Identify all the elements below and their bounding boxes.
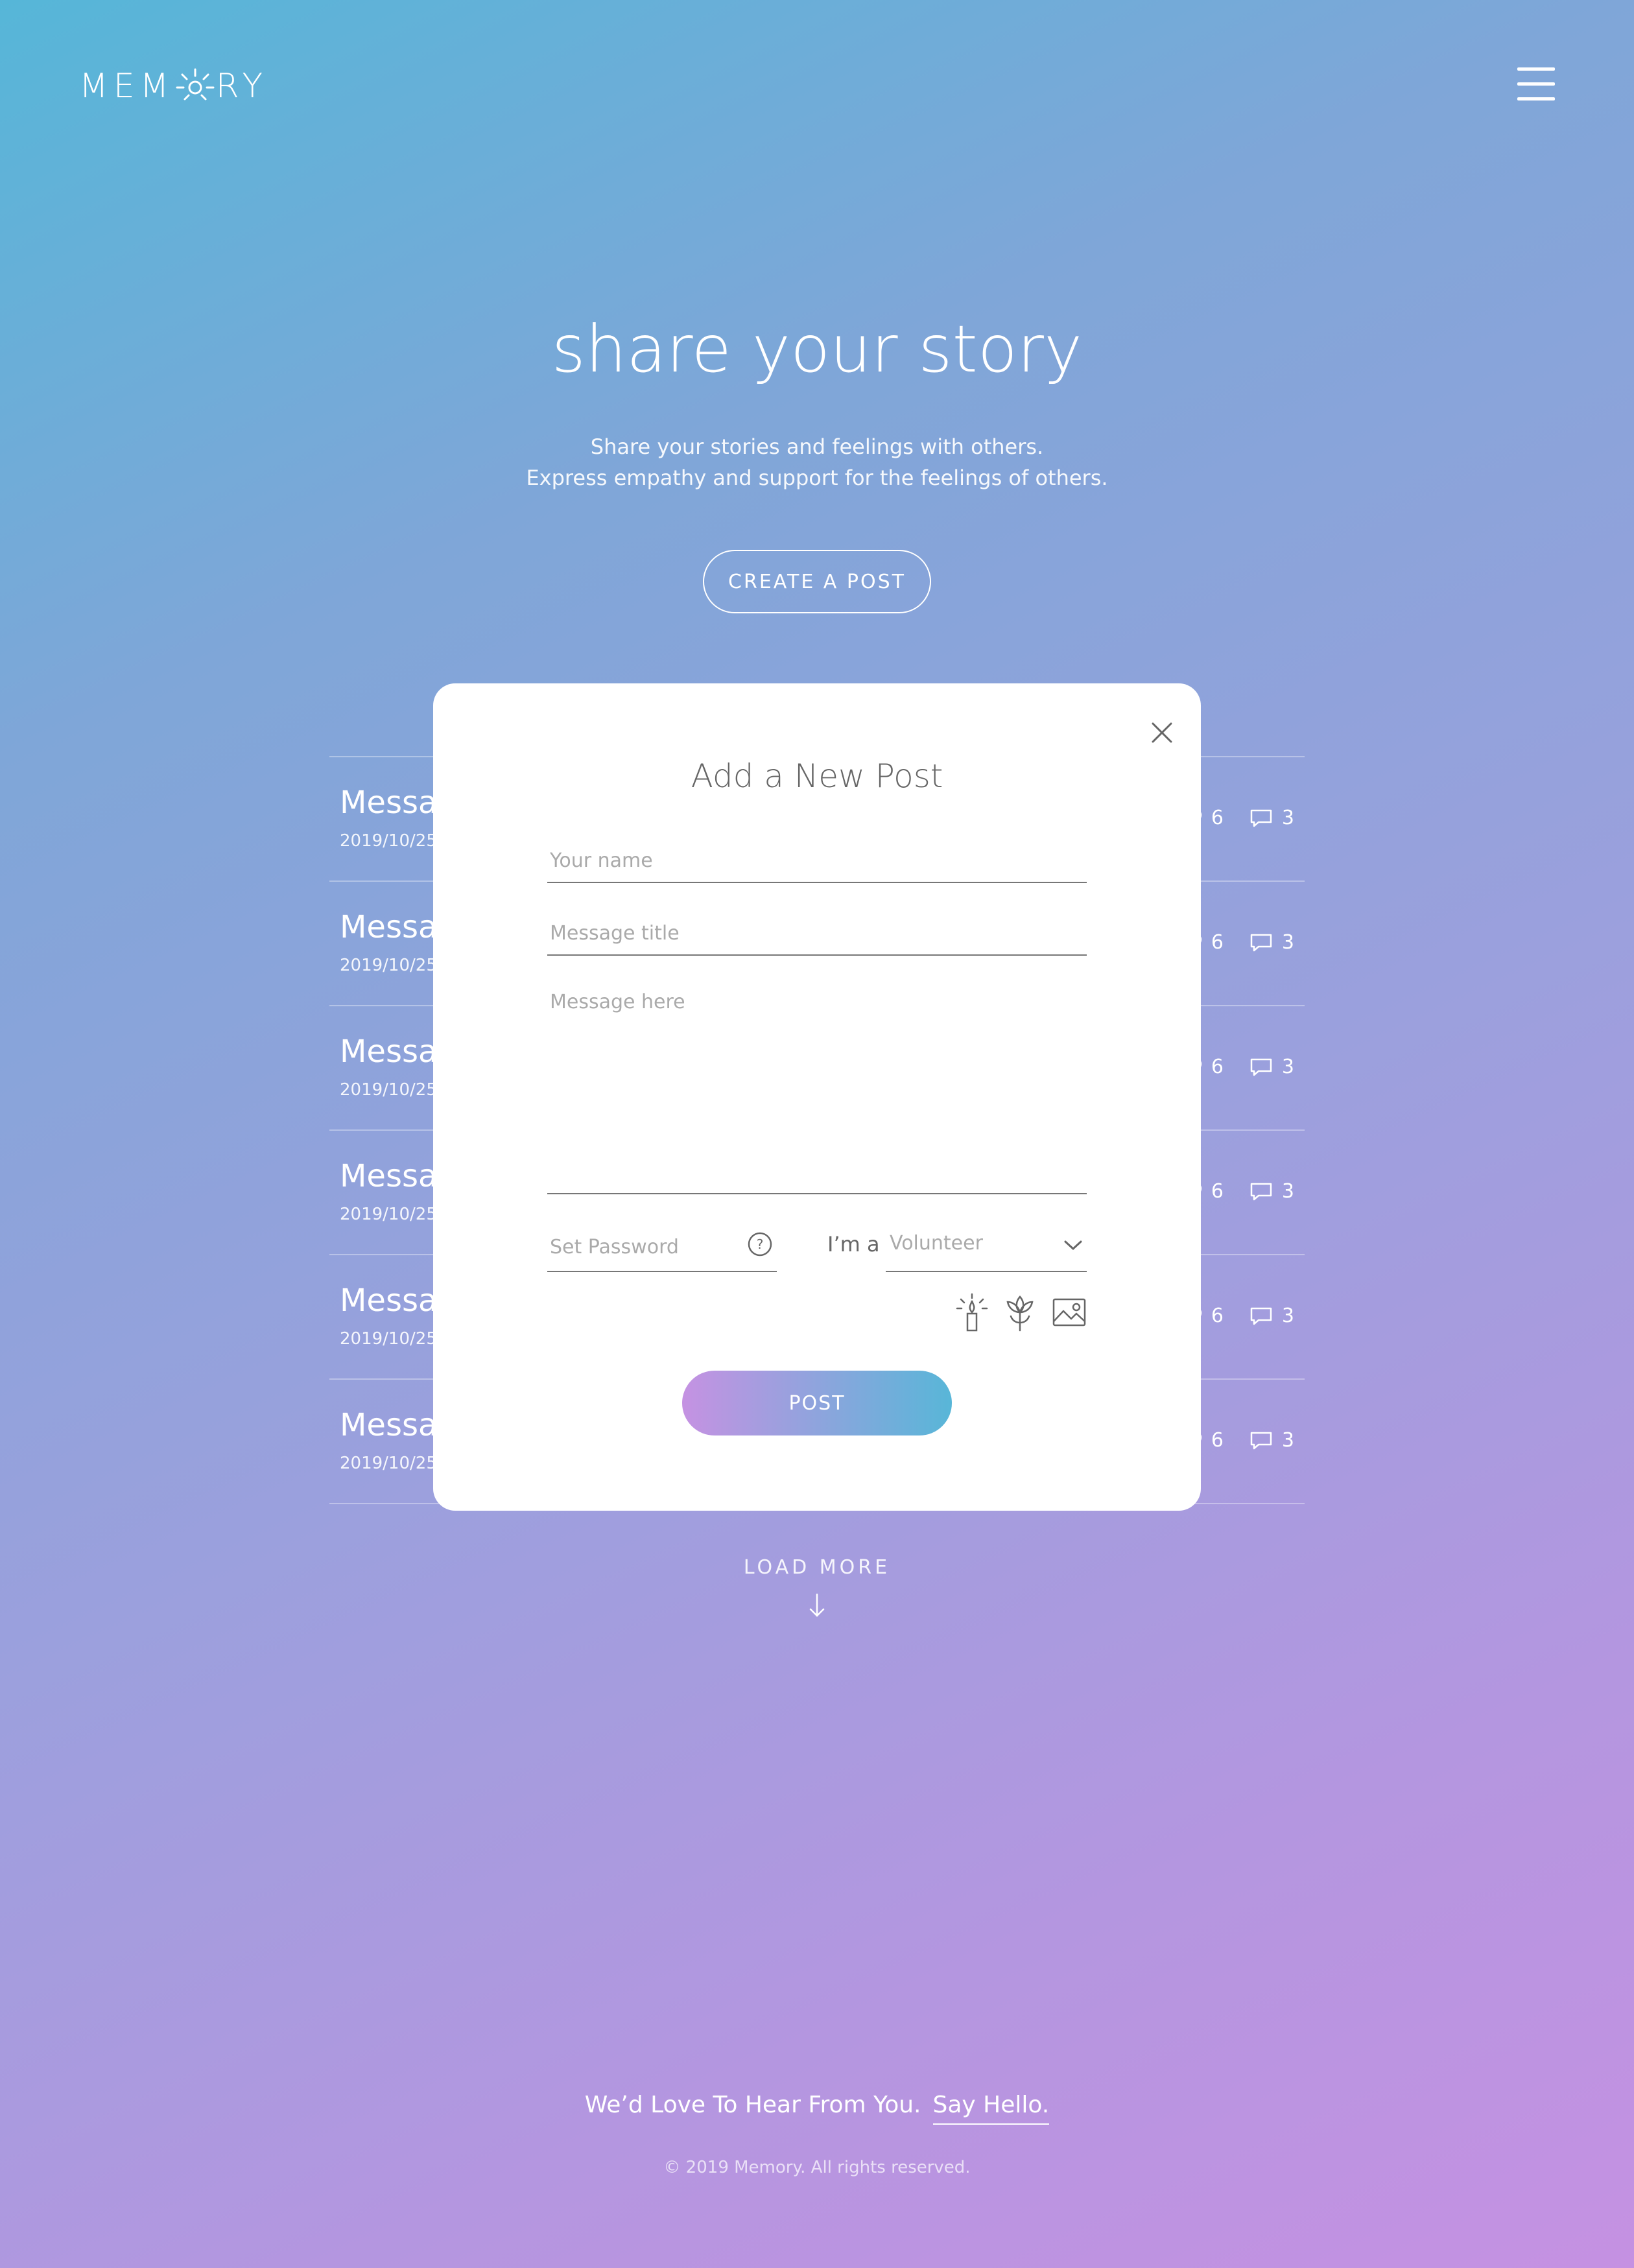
comment-icon[interactable] [1249,809,1273,828]
chevron-down-icon [1064,1240,1082,1251]
post-date: 2019/10/25 [340,1080,437,1100]
role-select[interactable]: Volunteer [886,1220,1087,1272]
post-submit-button[interactable]: POST [682,1371,952,1435]
copyright: © 2019 Memory. All rights reserved. [663,2158,971,2177]
arrow-down-icon[interactable] [808,1592,826,1618]
comments-count: 3 [1281,807,1294,829]
likes-count: 6 [1211,931,1224,954]
password-input[interactable] [547,1223,777,1272]
comment-icon[interactable] [1249,1306,1273,1326]
image-icon[interactable] [1052,1293,1087,1332]
comments-count: 3 [1281,1056,1294,1078]
role-label: I’m a [827,1232,880,1257]
hero-title: share your story [551,311,1083,387]
likes-count: 6 [1211,1056,1224,1078]
create-post-button[interactable]: CREATE A POST [703,550,931,613]
post-date: 2019/10/25 [340,1329,437,1349]
comment-icon[interactable] [1249,1057,1273,1077]
comments-count: 3 [1281,1429,1294,1452]
likes-count: 6 [1211,1180,1224,1203]
post-date: 2019/10/25 [340,831,437,851]
message-title-input[interactable] [547,912,1087,956]
comment-icon[interactable] [1249,933,1273,952]
post-date: 2019/10/25 [340,956,437,975]
logo[interactable]: MEM RY [79,64,268,109]
sun-logo-icon [176,68,215,100]
svg-text:?: ? [757,1236,764,1252]
comments-count: 3 [1281,931,1294,954]
hamburger-menu-icon[interactable] [1517,67,1555,101]
comments-count: 3 [1281,1305,1294,1327]
footer-contact: We’d Love To Hear From You. Say Hello. [0,2092,1634,2125]
likes-count: 6 [1211,807,1224,829]
hero-subtitle-line1: Share your stories and feelings with oth… [590,434,1044,459]
logo-text-left: MEM [79,67,174,106]
hero-subtitle-line2: Express empathy and support for the feel… [526,466,1108,490]
comment-icon[interactable] [1249,1182,1273,1201]
logo-text-right: RY [215,67,268,106]
post-date: 2019/10/25 [340,1454,437,1473]
candle-icon[interactable] [954,1293,989,1332]
help-icon[interactable]: ? [747,1231,773,1257]
post-date: 2019/10/25 [340,1205,437,1224]
new-post-modal: Add a New Post ? I’m a Volunteer [433,683,1201,1511]
comments-count: 3 [1281,1180,1294,1203]
modal-title: Add a New Post [691,757,943,795]
flower-icon[interactable] [1002,1293,1037,1332]
name-input[interactable] [547,839,1087,883]
footer-tagline: We’d Love To Hear From You. [584,2092,921,2118]
close-icon[interactable] [1145,716,1179,750]
comment-icon[interactable] [1249,1431,1273,1450]
likes-count: 6 [1211,1429,1224,1452]
load-more-button[interactable]: LOAD MORE [0,1556,1634,1579]
say-hello-link[interactable]: Say Hello. [932,2092,1050,2125]
role-select-value: Volunteer [890,1232,983,1255]
likes-count: 6 [1211,1305,1224,1327]
message-textarea[interactable] [547,982,1087,1194]
